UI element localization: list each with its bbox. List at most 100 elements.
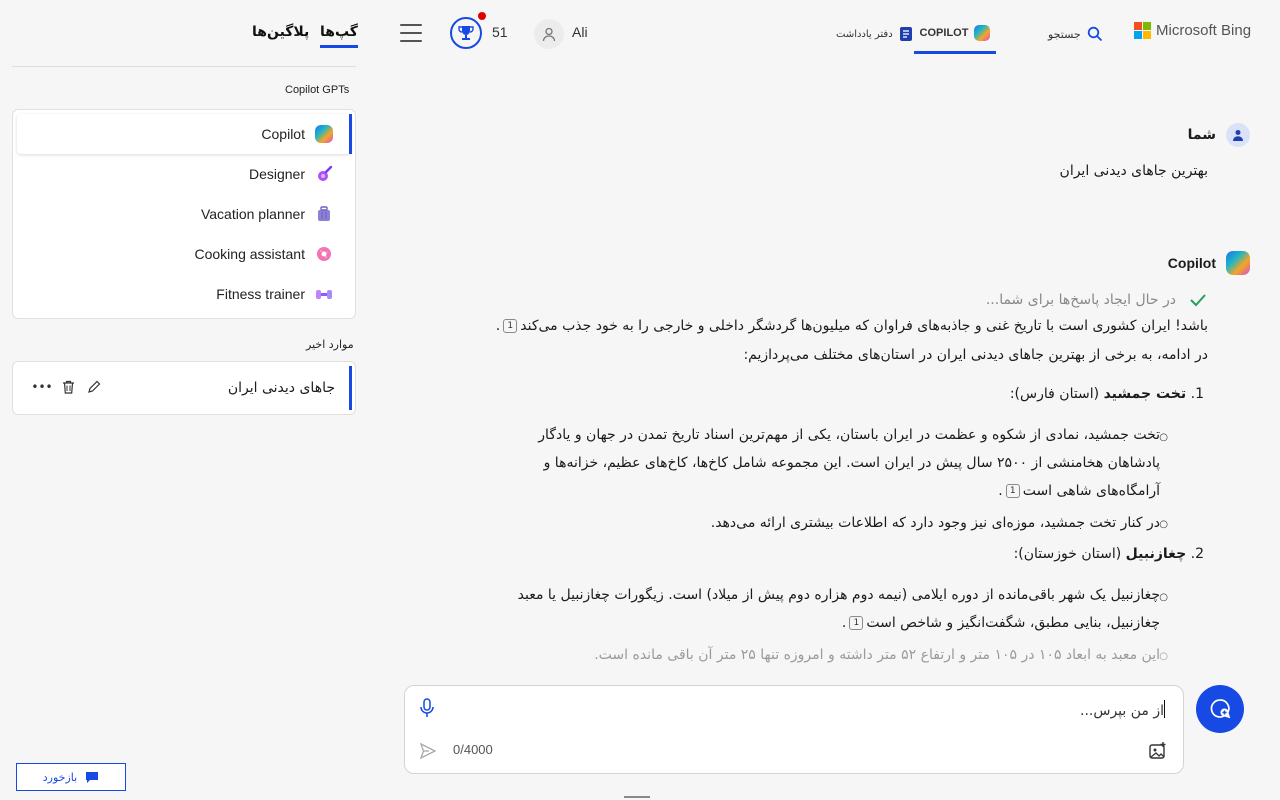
item-text-line: چغازنبیل، بنایی مطبق، شگفت‌انگیز و شاخص … — [842, 615, 1160, 631]
gpt-item-copilot[interactable]: Copilot — [17, 114, 351, 154]
user-name[interactable]: Ali — [572, 24, 588, 40]
item-text-line: آرامگاه‌های شاهی است1. — [998, 483, 1160, 499]
tab-plugins[interactable]: پلاگین‌ها — [252, 24, 309, 45]
edit-icon[interactable] — [87, 380, 101, 394]
bullet-icon: ○ — [1159, 432, 1168, 443]
citation-badge[interactable]: 1 — [503, 319, 517, 333]
status-text: در حال ایجاد پاسخ‌ها برای شما... — [986, 292, 1176, 308]
nav-tab-notebook[interactable]: دفتر یادداشت — [836, 14, 913, 54]
microphone-icon[interactable] — [419, 698, 435, 718]
person-icon — [541, 26, 557, 42]
new-topic-button[interactable] — [1196, 685, 1244, 733]
donut-icon — [315, 245, 333, 263]
item-text: آرامگاه‌های شاهی است — [1023, 483, 1160, 499]
chat-composer[interactable]: از من بپرس... 0/4000 — [404, 685, 1184, 774]
nav-notebook-label: دفتر یادداشت — [836, 29, 893, 40]
bullet-icon: ○ — [1159, 592, 1168, 603]
intro-text-1: باشد! ایران کشوری است با تاریخ غنی و جاذ… — [520, 318, 1208, 334]
recent-list: جاهای دیدنی ایران ••• — [12, 361, 356, 415]
send-icon[interactable] — [419, 742, 437, 760]
chat-input[interactable]: از من بپرس... — [1080, 700, 1167, 719]
nav-copilot-label: COPILOT — [920, 27, 969, 39]
bullet-icon: ○ — [1159, 651, 1168, 662]
nav-tab-copilot[interactable]: COPILOT — [914, 14, 996, 54]
gpt-item-cooking-assistant[interactable]: Cooking assistant — [17, 234, 351, 274]
notification-dot — [478, 12, 486, 20]
gpt-label: Fitness trainer — [216, 286, 305, 302]
gpt-item-fitness-trainer[interactable]: Fitness trainer — [17, 274, 351, 314]
user-avatar[interactable] — [534, 19, 564, 49]
bing-logo[interactable]: Microsoft Bing — [1134, 22, 1251, 39]
item-title: تخت جمشید — [1104, 386, 1187, 402]
hamburger-menu-icon[interactable] — [400, 24, 422, 42]
copilot-icon — [315, 125, 333, 143]
copilot-icon — [974, 25, 990, 41]
suitcase-icon — [315, 205, 333, 223]
recent-chat-actions: ••• — [35, 380, 101, 394]
delete-icon[interactable] — [61, 380, 75, 394]
list-item-heading: 1. تخت جمشید (استان فارس): — [1010, 386, 1204, 402]
tab-gpts[interactable]: گپ‌ها — [320, 24, 358, 48]
item-province: (استان فارس): — [1010, 386, 1099, 402]
user-label: شما — [1188, 127, 1216, 143]
designer-icon — [315, 165, 333, 183]
checkmark-icon — [1188, 290, 1208, 310]
rewards-button[interactable] — [450, 17, 482, 49]
nav-search-label: جستجو — [1048, 28, 1081, 41]
user-avatar-icon — [1226, 123, 1250, 147]
feedback-button[interactable]: بازخورد — [16, 763, 126, 791]
character-counter: 0/4000 — [453, 742, 493, 757]
item-text: چغازنبیل، بنایی مطبق، شگفت‌انگیز و شاخص … — [866, 615, 1160, 631]
gpt-list: Copilot Designer Vacation planner Cookin… — [12, 109, 356, 319]
search-icon — [1087, 26, 1103, 42]
item-text-line: این معبد به ابعاد ۱۰۵ در ۱۰۵ متر و ارتفا… — [594, 647, 1160, 663]
response-status: در حال ایجاد پاسخ‌ها برای شما... — [986, 290, 1208, 310]
citation-badge[interactable]: 1 — [1006, 484, 1020, 498]
rewards-points[interactable]: 51 — [492, 24, 508, 40]
item-province: (استان خوزستان): — [1014, 546, 1122, 562]
user-message: بهترین جاهای دیدنی ایران — [1060, 163, 1208, 179]
gpt-label: Vacation planner — [201, 206, 305, 222]
item-text-line: در کنار تخت جمشید، موزه‌ای نیز وجود دارد… — [711, 515, 1160, 531]
gpt-label: Cooking assistant — [194, 246, 305, 262]
recent-chat-item[interactable]: جاهای دیدنی ایران ••• — [17, 366, 351, 410]
feedback-label: بازخورد — [43, 771, 77, 784]
conversation: شما بهترین جاهای دیدنی ایران Copilot در … — [400, 110, 1250, 670]
chat-bubble-icon — [85, 771, 99, 784]
nav-tab-search[interactable]: جستجو — [1048, 14, 1103, 54]
gpt-item-designer[interactable]: Designer — [17, 154, 351, 194]
gpts-section-title: Copilot GPTs — [285, 84, 349, 96]
brand-name: Microsoft Bing — [1156, 22, 1251, 39]
item-text-line: پادشاهان هخامنشی از ۲۵۰۰ سال پیش در ایرا… — [544, 455, 1160, 471]
intro-line-2: در ادامه، به برخی از بهترین جاهای دیدنی … — [743, 347, 1208, 363]
trophy-icon — [457, 24, 475, 42]
copilot-message-header: Copilot — [1168, 251, 1250, 275]
item-text-line: چغازنبیل یک شهر باقی‌مانده از دوره ایلام… — [518, 587, 1160, 603]
list-item-heading: 2. چغازنبیل (استان خوزستان): — [1014, 546, 1204, 562]
more-options-icon[interactable]: ••• — [35, 380, 49, 394]
item-text-line: تخت جمشید، نمادی از شکوه و عظمت در ایران… — [538, 427, 1160, 443]
intro-line-1: باشد! ایران کشوری است با تاریخ غنی و جاذ… — [496, 318, 1208, 334]
recent-chat-title: جاهای دیدنی ایران — [228, 380, 335, 396]
item-number: 2. — [1191, 546, 1204, 562]
gpt-label: Designer — [249, 166, 305, 182]
bullet-icon: ○ — [1159, 519, 1168, 530]
microsoft-logo-icon — [1134, 22, 1151, 39]
gpt-label: Copilot — [261, 126, 305, 142]
scroll-handle[interactable] — [624, 796, 650, 798]
citation-badge[interactable]: 1 — [849, 616, 863, 630]
user-message-header: شما — [1188, 123, 1250, 147]
panel-tabs: گپ‌ها پلاگین‌ها — [12, 14, 356, 67]
notebook-icon — [899, 26, 913, 42]
recent-section-title: موارد اخیر — [306, 338, 354, 351]
text-caret — [1164, 700, 1165, 718]
chat-input-placeholder: از من بپرس... — [1080, 703, 1164, 719]
gpt-item-vacation-planner[interactable]: Vacation planner — [17, 194, 351, 234]
image-upload-icon[interactable] — [1149, 742, 1167, 760]
copilot-label: Copilot — [1168, 255, 1216, 271]
dumbbell-icon — [315, 285, 333, 303]
copilot-icon — [1226, 251, 1250, 275]
item-number: 1. — [1191, 386, 1204, 402]
item-title: چغازنبیل — [1126, 546, 1187, 562]
new-chat-icon — [1208, 697, 1232, 721]
